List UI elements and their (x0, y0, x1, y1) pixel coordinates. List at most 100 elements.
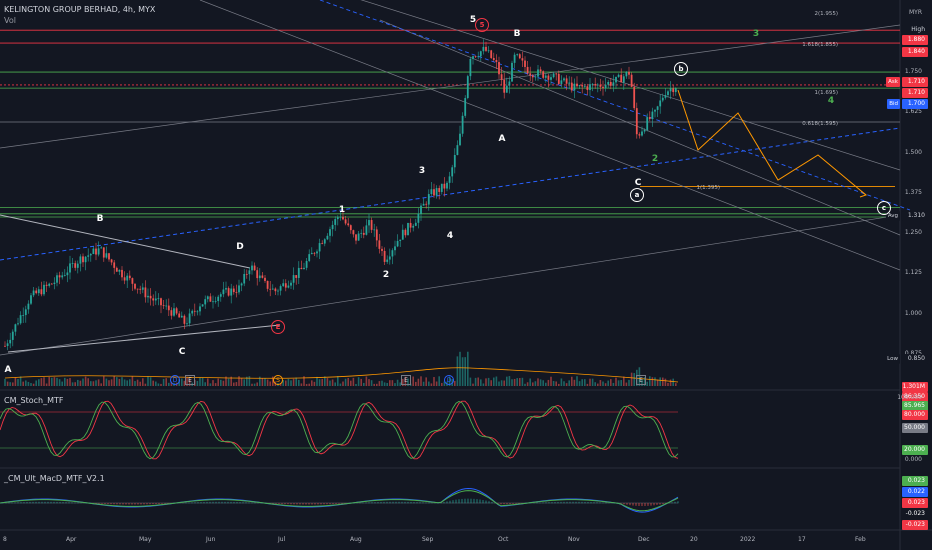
volume-bar (12, 382, 14, 386)
volume-bar (456, 356, 459, 386)
macd-histogram-bar (140, 503, 142, 505)
candle-body (555, 73, 558, 75)
macd-histogram-bar (443, 502, 445, 504)
macd-histogram-bar (29, 501, 31, 504)
volume-bar (222, 380, 225, 386)
wave-label: A (4, 365, 12, 375)
volume-bar (550, 376, 552, 386)
candle-body (157, 298, 160, 300)
price-scale-label: 1.250 (904, 229, 922, 237)
macd-histogram-bar (14, 502, 16, 504)
volume-bar (534, 381, 537, 386)
volume-bar (298, 379, 300, 386)
symbol-title[interactable]: KELINGTON GROUP BERHAD, 4h, MYX (4, 4, 155, 15)
volume-bar (480, 379, 482, 386)
macd-histogram-bar (428, 502, 430, 504)
candle-body (477, 56, 480, 58)
dividend-marker[interactable]: D (444, 375, 454, 385)
volume-bar (365, 376, 368, 386)
candle-body (183, 315, 186, 324)
volume-bar (615, 377, 617, 386)
macd-histogram-bar (536, 502, 538, 504)
macd-histogram-bar (404, 501, 406, 504)
candle-body (594, 84, 597, 86)
candle-body (162, 305, 165, 307)
macd-histogram-bar (194, 502, 196, 504)
earnings-marker[interactable]: E (401, 375, 411, 385)
stochastic-plot (0, 400, 679, 460)
macd-histogram-bar (410, 501, 412, 504)
volume-bar (669, 379, 672, 386)
volume-bar (25, 380, 27, 386)
volume-bar (233, 382, 235, 386)
candle-body (513, 54, 516, 63)
candle-body (144, 287, 147, 298)
chart-window: KELINGTON GROUP BERHAD, 4h, MYX Vol CM_S… (0, 0, 932, 550)
volume-bar (656, 379, 659, 386)
candle-body (391, 250, 394, 257)
earnings-marker[interactable]: E (185, 375, 195, 385)
volume-bar (313, 381, 316, 386)
candle-body (479, 51, 482, 57)
macd-histogram-bar (11, 502, 13, 504)
macd-histogram-bar (395, 501, 397, 504)
macd-histogram-bar (416, 502, 418, 504)
candlestick-series (4, 39, 677, 351)
candle-body (274, 288, 277, 292)
macd-histogram-bar (500, 503, 502, 505)
stoch-title[interactable]: CM_Stoch_MTF (4, 396, 63, 405)
volume-bar (287, 378, 290, 386)
macd-histogram-bar (53, 501, 55, 504)
volume-bar (420, 376, 422, 386)
volume-bar (43, 377, 45, 386)
candle-body (360, 232, 363, 234)
volume-bar (651, 377, 654, 386)
candle-body (672, 88, 675, 93)
candle-body (95, 248, 97, 255)
macd-histogram-bar (593, 502, 595, 504)
macd-histogram-bar (503, 503, 505, 505)
volume-bar (578, 381, 581, 386)
volume-bar (269, 381, 271, 386)
volume-bar (368, 379, 370, 386)
macd-histogram-bar (629, 503, 631, 506)
chart-canvas[interactable] (0, 0, 932, 550)
macd-histogram-bar (50, 501, 52, 504)
macd-histogram-bar (323, 503, 325, 505)
earnings-marker[interactable]: E (636, 375, 646, 385)
split-marker[interactable]: S (273, 375, 283, 385)
volume-bar (17, 379, 19, 386)
candle-body (425, 203, 428, 205)
volume-bar (6, 381, 9, 386)
volume-bar (383, 382, 386, 386)
volume-bar (503, 380, 505, 386)
macd-histogram-bar (479, 499, 481, 504)
volume-bar (391, 380, 394, 386)
macd-histogram-bar (659, 503, 661, 505)
candle-body (349, 225, 352, 231)
volume-bar (30, 383, 32, 386)
volume-bar (69, 378, 71, 386)
volume-bar (576, 376, 578, 386)
macd-histogram-bar (623, 503, 625, 505)
macd-histogram-bar (20, 502, 22, 504)
volume-bar (121, 377, 123, 386)
volume-bar (417, 378, 420, 386)
candle-body (643, 129, 646, 132)
volume-bar (311, 380, 313, 386)
candle-body (19, 315, 22, 324)
candle-body (30, 295, 32, 304)
candle-body (586, 86, 589, 91)
macd-title[interactable]: _CM_Ult_MacD_MTF_V2.1 (4, 474, 105, 483)
candle-body (321, 243, 324, 244)
volume-bar (337, 376, 339, 386)
volume-bar (58, 379, 61, 386)
candle-body (147, 295, 149, 298)
volume-indicator-label[interactable]: Vol (4, 15, 155, 26)
volume-bar (53, 377, 56, 386)
macd-histogram-bar (533, 502, 535, 504)
macd-histogram-bar (554, 502, 556, 504)
candle-body (136, 288, 139, 290)
candle-body (316, 251, 318, 254)
dividend-marker[interactable]: D (170, 375, 180, 385)
